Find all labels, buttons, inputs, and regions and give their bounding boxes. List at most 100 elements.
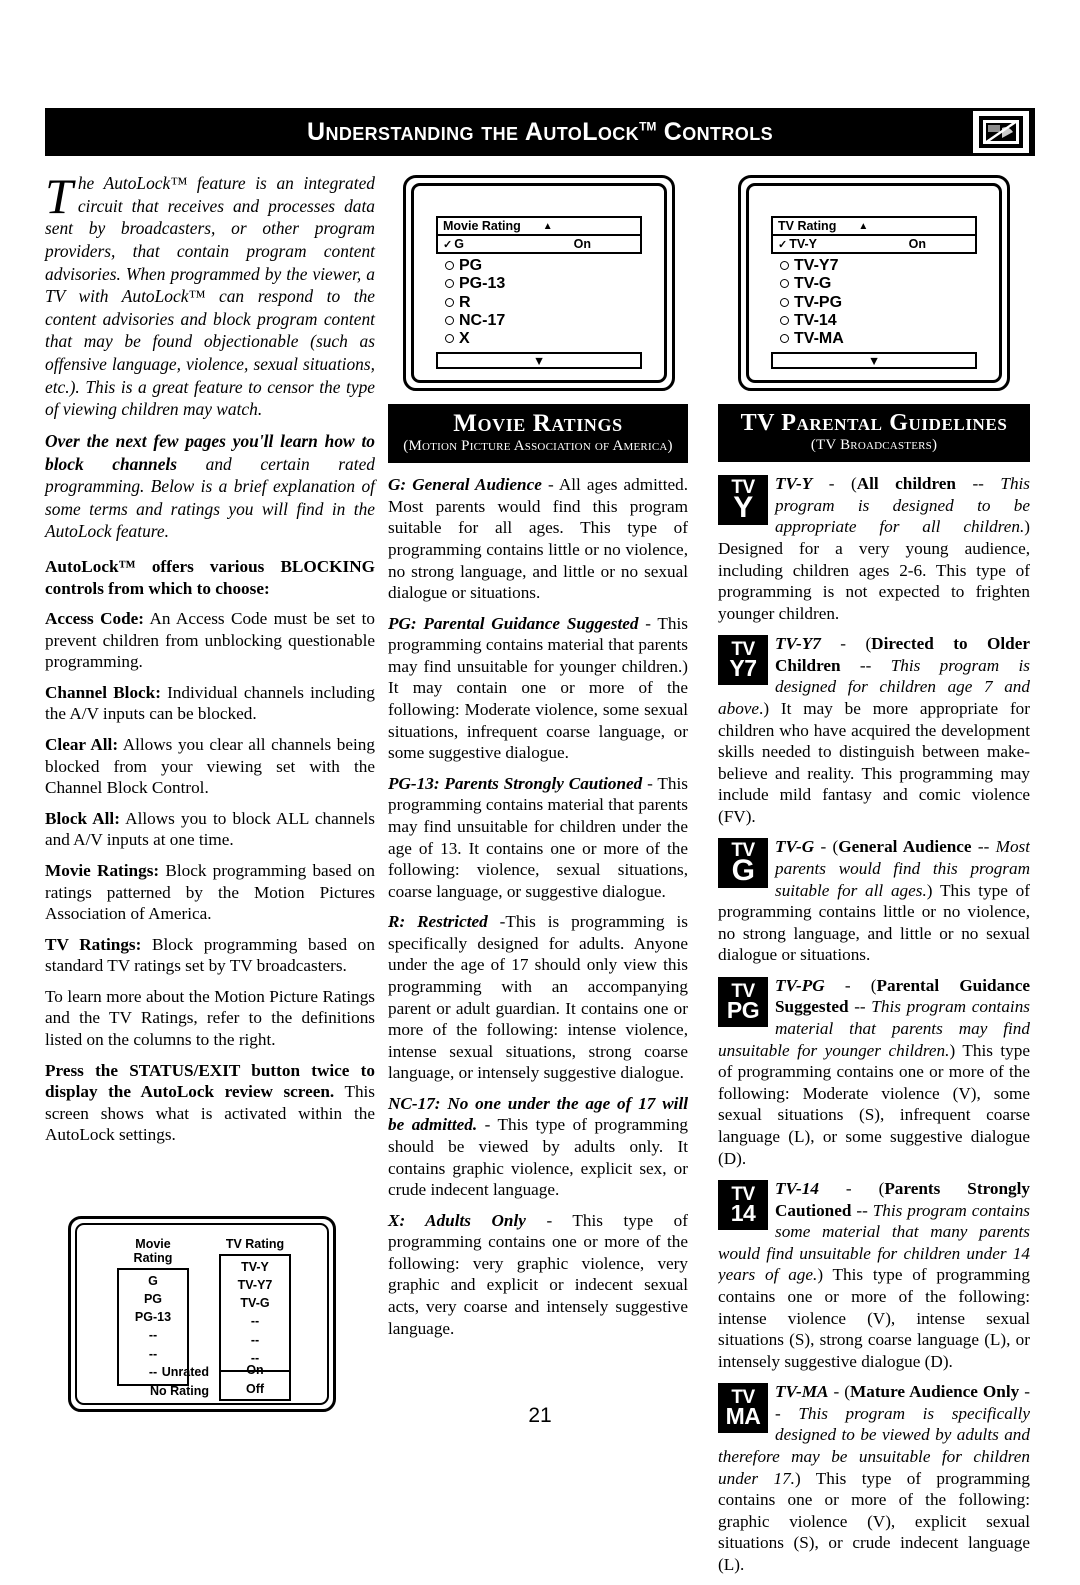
blocking-heading: AutoLock™ offers various BLOCKING contro… <box>45 557 375 598</box>
radio-icon <box>780 334 789 344</box>
blocking-item-term: Block All: <box>45 808 120 828</box>
tv-y-icon: TV Y <box>718 475 768 526</box>
tv-guideline-body: .) It may be more appropriate for childr… <box>718 698 1030 826</box>
movie-rating-osd-title: Movie Rating <box>443 219 521 233</box>
tv-guideline-entry: TV PG TV-PG - (Parental Guidance Suggest… <box>718 975 1030 1169</box>
list-item[interactable]: R <box>445 294 642 311</box>
intro-highlight-paragraph: Over the next few pages you'll learn how… <box>45 430 375 543</box>
movie-rating-selected-row[interactable]: ✓ G On <box>436 235 642 254</box>
movie-rating-term: R: Restricted <box>388 912 488 932</box>
list-item[interactable]: TV-14 <box>780 312 977 329</box>
review-movie-row: PG-13 <box>134 1310 172 1325</box>
radio-icon <box>445 279 454 289</box>
review-status-box: On Off <box>219 1361 291 1401</box>
review-screen-inner: Movie Rating G PG PG-13 -- -- -- TV Rati… <box>75 1223 329 1405</box>
blocking-item-term: Movie Ratings: <box>45 860 160 880</box>
autolock-review-screen: Movie Rating G PG PG-13 -- -- -- TV Rati… <box>68 1216 336 1412</box>
tv-guideline-term: TV-G <box>775 837 815 857</box>
movie-rating-osd-inner: Movie Rating ▲ ✓ G On PG PG-13 R NC-17 X… <box>411 183 667 383</box>
blocking-item-term: Channel Block: <box>45 682 161 702</box>
tv-guideline-term: TV-14 <box>775 1179 819 1199</box>
blocking-item: Access Code: An Access Code must be set … <box>45 608 375 673</box>
status-exit-paragraph: Press the STATUS/EXIT button twice to di… <box>45 1060 375 1146</box>
movie-rating-term: PG: Parental Guidance Suggested <box>388 613 639 633</box>
review-tv-row: -- <box>250 1314 260 1329</box>
tv-rating-option-label: TV-14 <box>794 311 837 329</box>
tv-icon-row2: G <box>731 854 755 888</box>
blocking-item: Clear All: Allows you clear all channels… <box>45 734 375 799</box>
tv-guideline-entry: TV Y TV-Y - (All children -- This progra… <box>718 473 1030 624</box>
list-item[interactable]: NC-17 <box>445 312 642 329</box>
blocking-item-term: Clear All: <box>45 735 119 755</box>
movie-rating-entry: PG-13: Parents Strongly Cautioned - This… <box>388 773 688 902</box>
tv-guideline-term: TV-Y <box>775 474 813 494</box>
trademark-mark: TM <box>639 119 657 134</box>
blocking-item-term: TV Ratings: <box>45 934 142 954</box>
movie-rating-entry: NC-17: No one under the age of 17 will b… <box>388 1093 688 1201</box>
movie-rating-option-label: X <box>459 330 470 348</box>
scroll-up-arrow-icon[interactable]: ▲ <box>858 221 868 232</box>
movie-rating-osd-footer[interactable]: ▼ <box>436 352 642 370</box>
tv-14-icon: TV 14 <box>718 1180 768 1231</box>
movie-rating-entry: X: Adults Only - This type of programmin… <box>388 1210 688 1339</box>
tv-guideline-term: TV-MA <box>775 1382 829 1402</box>
review-movie-column: Movie Rating G PG PG-13 -- -- -- <box>117 1237 189 1386</box>
radio-icon <box>445 297 454 307</box>
movie-ratings-subtitle: (Motion Picture Association of America) <box>403 438 673 455</box>
radio-icon <box>780 261 789 271</box>
tv-rating-selected-value: On <box>908 237 926 251</box>
blocking-item: TV Ratings: Block programming based on s… <box>45 934 375 977</box>
review-norating-value: Off <box>245 1381 265 1396</box>
list-item[interactable]: TV-PG <box>780 294 977 311</box>
tv-icon-row2: PG <box>726 997 760 1024</box>
tv-rating-osd-footer[interactable]: ▼ <box>771 352 977 370</box>
tv-icon-row2: 14 <box>730 1200 756 1227</box>
tv-rating-option-label: TV-G <box>794 275 832 293</box>
movie-rating-option-label: PG-13 <box>459 275 506 293</box>
status-exit-bold: Press the STATUS/EXIT button twice to di… <box>45 1060 375 1102</box>
tv-guideline-paren-bold: General Audience <box>838 837 972 857</box>
page-title-pre: Understanding the <box>306 117 525 146</box>
tv-guidelines-subtitle: (TV Broadcasters) <box>810 437 938 454</box>
page-title-post: Controls <box>656 117 774 146</box>
tv-pg-icon: TV PG <box>718 976 768 1027</box>
list-item[interactable]: X <box>445 330 642 347</box>
review-unrated-value: On <box>246 1363 264 1377</box>
scroll-down-arrow-icon: ▼ <box>867 353 881 368</box>
movie-rating-selected-value: On <box>573 237 591 251</box>
list-item[interactable]: PG-13 <box>445 275 642 292</box>
page-title: Understanding the AutoLockTM Controls <box>307 118 773 147</box>
tv-guideline-paren-bold: Mature Audience Only <box>850 1382 1020 1402</box>
blocking-item: Movie Ratings: Block programming based o… <box>45 860 375 925</box>
movie-rating-term: X: Adults Only <box>388 1210 526 1230</box>
list-item[interactable]: TV-Y7 <box>780 257 977 274</box>
intro-text: The AutoLock™ feature is an integrated c… <box>45 168 375 543</box>
review-movie-title: Movie Rating <box>133 1237 173 1265</box>
review-tv-row: TV-Y7 <box>237 1278 273 1293</box>
page-number: 21 <box>528 1404 552 1427</box>
scroll-up-arrow-icon[interactable]: ▲ <box>543 221 553 232</box>
intro-paragraph: The AutoLock™ feature is an integrated c… <box>45 168 375 420</box>
left-column: The AutoLock™ feature is an integrated c… <box>45 168 375 1155</box>
movie-rating-osd-screen: Movie Rating ▲ ✓ G On PG PG-13 R NC-17 X… <box>403 175 675 391</box>
review-movie-row: -- <box>148 1328 158 1343</box>
tv-rating-selected-row[interactable]: ✓ TV-Y On <box>771 235 977 254</box>
list-item[interactable]: TV-G <box>780 275 977 292</box>
tv-rating-selected-label: TV-Y <box>789 237 818 251</box>
list-item[interactable]: PG <box>445 257 642 274</box>
list-item[interactable]: TV-MA <box>780 330 977 347</box>
review-tv-box: TV-Y TV-Y7 TV-G -- -- -- <box>219 1254 291 1372</box>
tv-g-icon: TV G <box>718 838 768 889</box>
movie-ratings-column: Movie Ratings (Motion Picture Associatio… <box>388 404 688 1348</box>
tv-guideline-term: TV-Y7 <box>775 634 821 654</box>
radio-icon <box>445 261 454 271</box>
blocking-item: Block All: Allows you to block ALL chann… <box>45 808 375 851</box>
tv-guidelines-section-header: TV Parental Guidelines (TV Broadcasters) <box>718 404 1030 463</box>
movie-rating-entry: R: Restricted -This is programming is sp… <box>388 911 688 1084</box>
movie-rating-body: -This is programming is specifically des… <box>388 912 688 1083</box>
radio-icon <box>445 334 454 344</box>
learn-more-paragraph: To learn more about the Motion Picture R… <box>45 986 375 1049</box>
movie-rating-term: PG-13: Parents Strongly Cautioned <box>388 773 643 793</box>
checkmark-icon: ✓ <box>778 238 788 251</box>
review-movie-row: PG <box>143 1292 163 1307</box>
